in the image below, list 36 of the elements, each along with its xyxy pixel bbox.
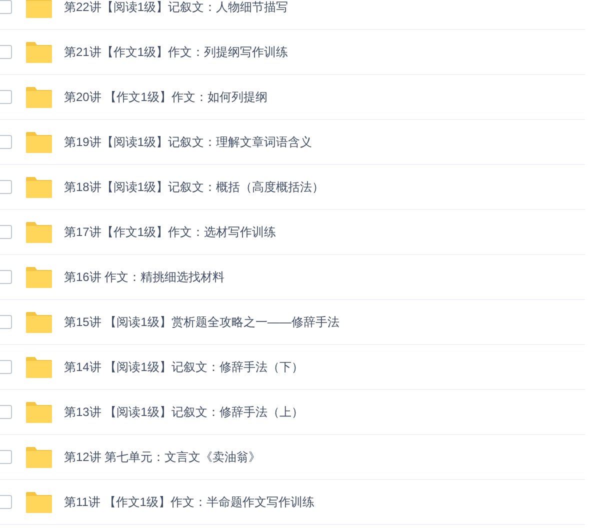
checkbox[interactable] (0, 405, 12, 419)
folder-icon (26, 222, 52, 242)
folder-icon (26, 402, 52, 422)
checkbox[interactable] (0, 225, 12, 239)
checkbox[interactable] (0, 45, 12, 59)
folder-icon (26, 312, 52, 332)
folder-icon (26, 446, 52, 468)
folder-name[interactable]: 第19讲【阅读1级】记叙文：理解文章词语含义 (64, 133, 312, 151)
checkbox[interactable] (0, 360, 12, 374)
folder-name[interactable]: 第11讲 【作文1级】作文：半命题作文写作训练 (64, 493, 314, 511)
checkbox[interactable] (0, 90, 12, 104)
checkbox[interactable] (0, 180, 12, 194)
folder-icon (26, 132, 52, 152)
checkbox[interactable] (0, 315, 12, 329)
folder-name[interactable]: 第15讲 【阅读1级】赏析题全攻略之一——修辞手法 (64, 313, 340, 331)
checkbox[interactable] (0, 450, 12, 464)
folder-name[interactable]: 第12讲 第七单元：文言文《卖油翁》 (64, 448, 261, 466)
folder-icon (26, 356, 52, 378)
checkbox[interactable] (0, 495, 12, 509)
checkbox[interactable] (0, 0, 12, 14)
folder-icon (26, 266, 52, 288)
folder-name[interactable]: 第20讲 【作文1级】作文：如何列提纲 (64, 88, 268, 106)
folder-icon (26, 492, 52, 512)
folder-icon (26, 42, 52, 62)
checkbox[interactable] (0, 270, 12, 284)
folder-name[interactable]: 第18讲【阅读1级】记叙文：概括（高度概括法） (64, 178, 324, 196)
folder-name[interactable]: 第13讲 【阅读1级】记叙文：修辞手法（上） (64, 403, 304, 421)
folder-name[interactable]: 第22讲【阅读1级】记叙文：人物细节描写 (64, 0, 288, 16)
folder-name[interactable]: 第16讲 作文：精挑细选找材料 (64, 268, 225, 286)
folder-name[interactable]: 第17讲【作文1级】作文：选材写作训练 (64, 223, 276, 241)
folder-icon (26, 176, 52, 198)
folder-icon (26, 86, 52, 108)
folder-name[interactable]: 第21讲【作文1级】作文：列提纲写作训练 (64, 43, 288, 61)
folder-icon (26, 0, 52, 18)
folder-name[interactable]: 第14讲 【阅读1级】记叙文：修辞手法（下） (64, 358, 304, 376)
checkbox[interactable] (0, 135, 12, 149)
